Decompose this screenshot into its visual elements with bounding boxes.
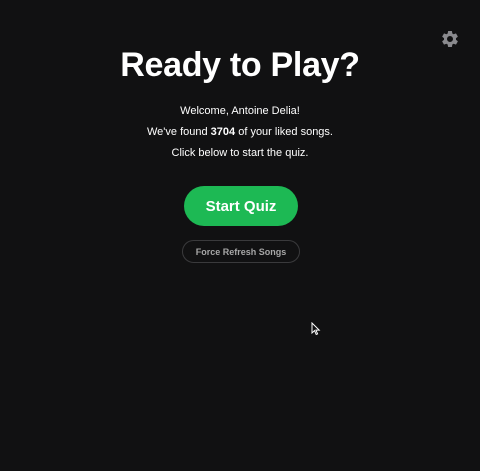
song-count-suffix: of your liked songs. bbox=[235, 126, 333, 138]
page-title: Ready to Play? bbox=[120, 46, 360, 84]
mouse-cursor-icon bbox=[311, 322, 321, 336]
start-quiz-button[interactable]: Start Quiz bbox=[184, 186, 298, 226]
song-count-text: We've found 3704 of your liked songs. bbox=[0, 125, 480, 139]
song-count-prefix: We've found bbox=[147, 126, 211, 138]
quiz-start-screen: Ready to Play? Welcome, Antoine Delia! W… bbox=[0, 0, 480, 471]
song-count: 3704 bbox=[210, 126, 236, 138]
welcome-text: Welcome, Antoine Delia! bbox=[180, 105, 300, 117]
force-refresh-songs-button[interactable]: Force Refresh Songs bbox=[182, 240, 300, 263]
instruction-text: Click below to start the quiz. bbox=[171, 147, 309, 159]
